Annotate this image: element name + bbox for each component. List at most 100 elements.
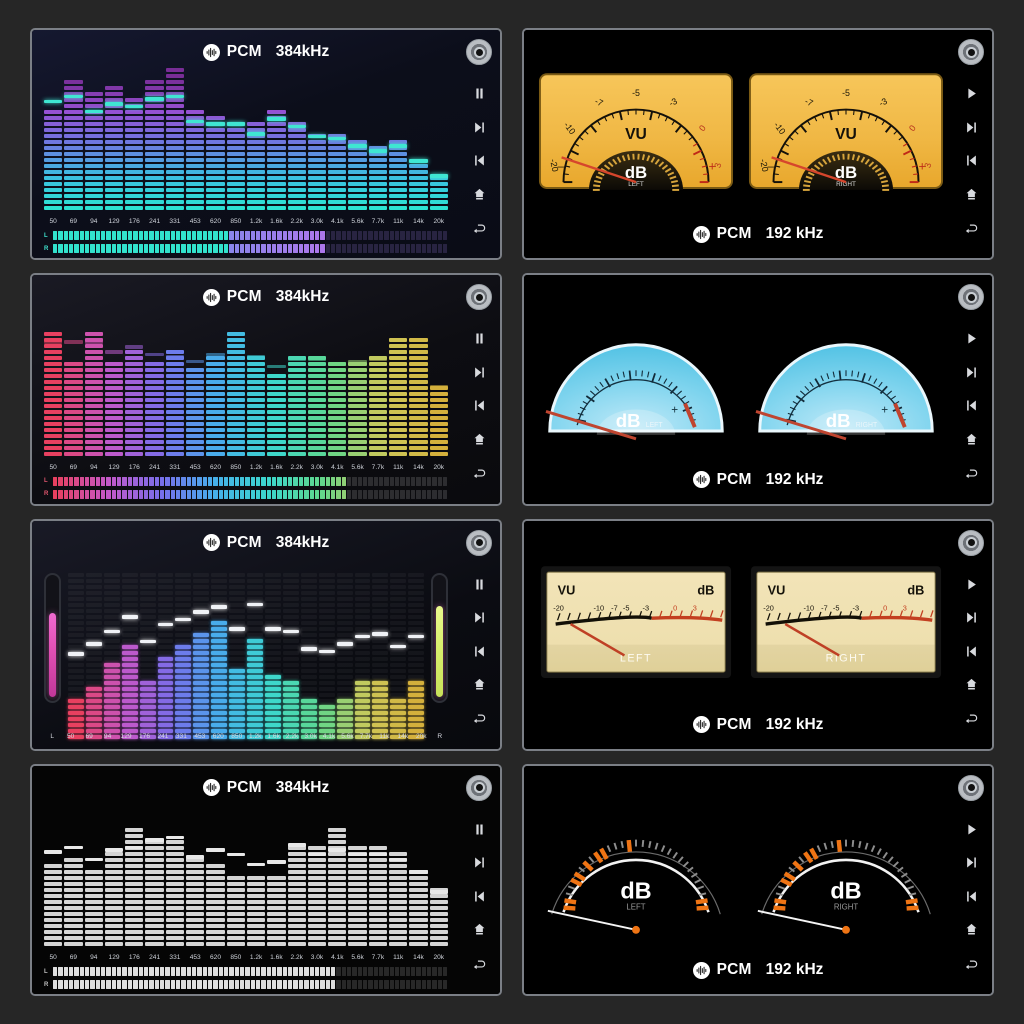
previous-track-button[interactable]: [467, 641, 491, 661]
channel-meter-right: [431, 573, 448, 703]
frequency-label: 129: [105, 952, 123, 964]
next-track-button[interactable]: [959, 117, 983, 137]
channel-meter-right: R: [44, 243, 448, 254]
frequency-bars: [44, 327, 448, 457]
frequency-label: 14k: [409, 952, 427, 964]
panel-spectrum-cyan-purple[interactable]: PCM384kHz5069941291762413314536208501.2k…: [30, 28, 502, 260]
home-button[interactable]: [467, 920, 491, 940]
peak-cap: [44, 340, 62, 344]
back-button[interactable]: [959, 953, 983, 973]
svg-text:-7: -7: [611, 603, 618, 612]
frequency-band: [44, 818, 62, 948]
frequency-label: 620: [206, 952, 224, 964]
disc-icon[interactable]: [466, 530, 492, 556]
previous-track-button[interactable]: [467, 886, 491, 906]
next-track-button[interactable]: [467, 362, 491, 382]
frequency-label: 331: [166, 952, 184, 964]
panel-header: PCM192 kHz: [524, 460, 992, 500]
svg-text:-5: -5: [842, 88, 850, 98]
transport-rail: [950, 766, 992, 994]
previous-track-button[interactable]: [467, 151, 491, 171]
frequency-band: [348, 327, 366, 457]
previous-track-button[interactable]: [959, 641, 983, 661]
home-button[interactable]: [959, 675, 983, 695]
home-button[interactable]: [467, 184, 491, 204]
home-button[interactable]: [467, 675, 491, 695]
frequency-band: [166, 82, 184, 212]
peak-cap: [369, 149, 387, 153]
panel-vu-amber[interactable]: -20-10-7-5-303VUdBLEFT–+ -20-10-7-5-303V…: [522, 28, 994, 260]
next-track-button[interactable]: [959, 853, 983, 873]
play-button[interactable]: [959, 84, 983, 104]
next-track-button[interactable]: [959, 362, 983, 382]
peak-cap: [211, 605, 227, 609]
disc-icon[interactable]: [958, 39, 984, 65]
transport-rail: [458, 766, 500, 994]
next-track-button[interactable]: [467, 853, 491, 873]
previous-track-button[interactable]: [959, 151, 983, 171]
pause-button[interactable]: [467, 84, 491, 104]
next-track-button[interactable]: [959, 608, 983, 628]
svg-text:RIGHT: RIGHT: [834, 902, 859, 911]
spectrum-display: L5069941291762413314536208501.2k1.6k2.2k…: [32, 565, 458, 749]
panel-gauge-blue[interactable]: dBLEFT+ dBRIGHT+PCM192 kHz: [522, 273, 994, 505]
disc-icon[interactable]: [958, 775, 984, 801]
waveform-circle-icon: [693, 226, 710, 243]
pause-button[interactable]: [467, 574, 491, 594]
panel-gauge-dark[interactable]: dBLEFTdBRIGHTPCM192 kHz: [522, 764, 994, 996]
pause-button[interactable]: [467, 329, 491, 349]
frequency-label: 4.1k: [321, 731, 337, 743]
frequency-band: [122, 573, 138, 703]
peak-cap: [64, 340, 82, 344]
pause-button[interactable]: [467, 819, 491, 839]
panel-spectrum-grid-rainbow[interactable]: PCM384kHzL5069941291762413314536208501.2…: [30, 519, 502, 751]
disc-icon[interactable]: [958, 284, 984, 310]
disc-icon[interactable]: [466, 775, 492, 801]
svg-text:VU: VU: [835, 126, 857, 143]
frequency-axis: L5069941291762413314536208501.2k1.6k2.2k…: [44, 731, 448, 743]
frequency-label: 850: [227, 216, 245, 228]
peak-cap: [409, 159, 427, 163]
peak-cap: [186, 120, 204, 124]
panel-spectrum-mono[interactable]: PCM384kHz5069941291762413314536208501.2k…: [30, 764, 502, 996]
frequency-label: 453: [186, 952, 204, 964]
peak-cap: [166, 836, 184, 840]
frequency-band: [64, 818, 82, 948]
peak-cap: [328, 362, 346, 366]
disc-icon[interactable]: [466, 39, 492, 65]
back-button[interactable]: [959, 217, 983, 237]
home-button[interactable]: [959, 920, 983, 940]
home-button[interactable]: [959, 429, 983, 449]
previous-track-button[interactable]: [959, 886, 983, 906]
previous-track-button[interactable]: [959, 396, 983, 416]
back-button[interactable]: [467, 463, 491, 483]
frequency-label: 20k: [430, 216, 448, 228]
back-button[interactable]: [467, 953, 491, 973]
peak-cap: [355, 635, 371, 639]
frequency-label: 94: [85, 216, 103, 228]
back-button[interactable]: [959, 463, 983, 483]
back-button[interactable]: [467, 217, 491, 237]
disc-icon[interactable]: [466, 284, 492, 310]
play-button[interactable]: [959, 329, 983, 349]
svg-text:VU: VU: [768, 582, 786, 597]
panel-spectrum-rainbow[interactable]: PCM384kHz5069941291762413314536208501.2k…: [30, 273, 502, 505]
play-button[interactable]: [959, 819, 983, 839]
next-track-button[interactable]: [467, 608, 491, 628]
back-button[interactable]: [467, 708, 491, 728]
disc-icon[interactable]: [958, 530, 984, 556]
play-button[interactable]: [959, 574, 983, 594]
peak-cap: [229, 627, 245, 631]
sample-rate-label: 384kHz: [276, 43, 329, 61]
frequency-label: 1.2k: [247, 952, 265, 964]
frequency-label: 2.2k: [284, 731, 300, 743]
previous-track-button[interactable]: [467, 396, 491, 416]
frequency-label: 129: [105, 462, 123, 474]
waveform-circle-icon: [203, 534, 220, 551]
back-button[interactable]: [959, 708, 983, 728]
panel-vu-cream[interactable]: VUdB-20-10-7-5-303LEFT VUdB-20-10-7-5-30…: [522, 519, 994, 751]
frequency-band: [409, 82, 427, 212]
next-track-button[interactable]: [467, 117, 491, 137]
home-button[interactable]: [959, 184, 983, 204]
home-button[interactable]: [467, 429, 491, 449]
